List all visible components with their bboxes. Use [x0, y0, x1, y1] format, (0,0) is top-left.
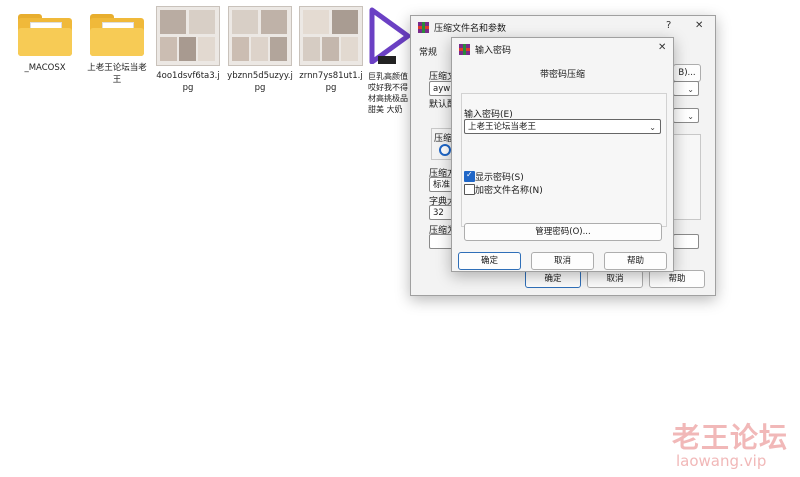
profile-dropdown[interactable]: ⌄	[673, 108, 699, 123]
chevron-down-icon: ⌄	[687, 112, 694, 121]
dialog-title: 压缩文件名和参数	[434, 23, 507, 34]
parameters-input[interactable]	[673, 234, 699, 249]
folder-icon	[16, 8, 74, 58]
show-password-label[interactable]: 显示密码(S)	[475, 170, 524, 183]
folder-icon	[88, 8, 146, 58]
archive-name-dropdown[interactable]: ⌄	[673, 81, 699, 96]
watermark-url: laowang.vip	[676, 452, 767, 470]
image-thumbnail-icon	[299, 6, 363, 66]
help-button[interactable]: 帮助	[649, 270, 705, 288]
close-icon[interactable]: ✕	[658, 42, 666, 53]
file-label: zrnn7ys81ut1.jpg	[299, 71, 363, 93]
format-radio[interactable]	[439, 144, 451, 156]
desktop-file-image-2[interactable]: ybznn5d5uzyy.jpg	[227, 6, 293, 94]
winrar-icon	[459, 43, 470, 55]
cancel-button[interactable]: 取消	[531, 252, 594, 270]
file-label: 4oo1dsvf6ta3.jpg	[156, 71, 220, 93]
desktop-file-image-3[interactable]: zrnn7ys81ut1.jpg	[298, 6, 364, 94]
ok-button[interactable]: 确定	[458, 252, 521, 270]
close-icon[interactable]: ✕	[695, 20, 703, 31]
chevron-down-icon: ⌄	[687, 85, 694, 94]
format-label: 压缩	[434, 134, 453, 144]
desktop-file-folder-laowang[interactable]: 上老王论坛当老王	[84, 6, 150, 86]
image-thumbnail-icon	[228, 6, 292, 66]
desktop-file-image-1[interactable]: 4oo1dsvf6ta3.jpg	[155, 6, 221, 94]
file-label: _MACOSX	[24, 63, 66, 73]
dialog-title: 输入密码	[475, 45, 512, 56]
browse-button[interactable]: B)...	[673, 64, 701, 82]
dialog-heading: 带密码压缩	[539, 70, 585, 80]
file-label: ybznn5d5uzyy.jpg	[227, 71, 293, 93]
encrypt-filenames-checkbox[interactable]	[464, 184, 475, 195]
help-button[interactable]: 帮助	[604, 252, 667, 270]
ok-button[interactable]: 确定	[525, 270, 581, 288]
chevron-down-icon: ⌄	[649, 123, 656, 132]
show-password-checkbox[interactable]	[464, 170, 475, 182]
video-play-icon	[369, 7, 411, 65]
help-icon[interactable]: ?	[666, 20, 671, 31]
image-thumbnail-icon	[156, 6, 220, 66]
manage-passwords-button[interactable]: 管理密码(O)...	[464, 223, 662, 241]
winrar-icon	[418, 21, 429, 33]
file-label: 上老王论坛当老王	[87, 63, 147, 85]
cancel-button[interactable]: 取消	[587, 270, 643, 288]
desktop-file-video[interactable]: 巨乳高颜值 哎好我不得 材高挑极品 甜美 大奶	[368, 6, 412, 115]
password-dialog-titlebar: 输入密码 ✕	[452, 38, 673, 60]
desktop-file-macosx[interactable]: _MACOSX	[12, 6, 78, 74]
password-dialog: 输入密码 ✕ 带密码压缩 输入密码(E) 上老王论坛当老王 ⌄ 显示密码(S) …	[451, 37, 674, 272]
watermark-text: 老王论坛	[672, 421, 789, 454]
encrypt-filenames-label[interactable]: 加密文件名称(N)	[475, 183, 543, 196]
file-label: 巨乳高颜值 哎好我不得 材高挑极品 甜美 大奶	[368, 72, 408, 114]
archive-dialog-titlebar: 压缩文件名和参数 ? ✕	[411, 16, 715, 38]
password-input[interactable]: 上老王论坛当老王 ⌄	[464, 119, 661, 134]
tab-general[interactable]: 常规	[419, 45, 437, 58]
